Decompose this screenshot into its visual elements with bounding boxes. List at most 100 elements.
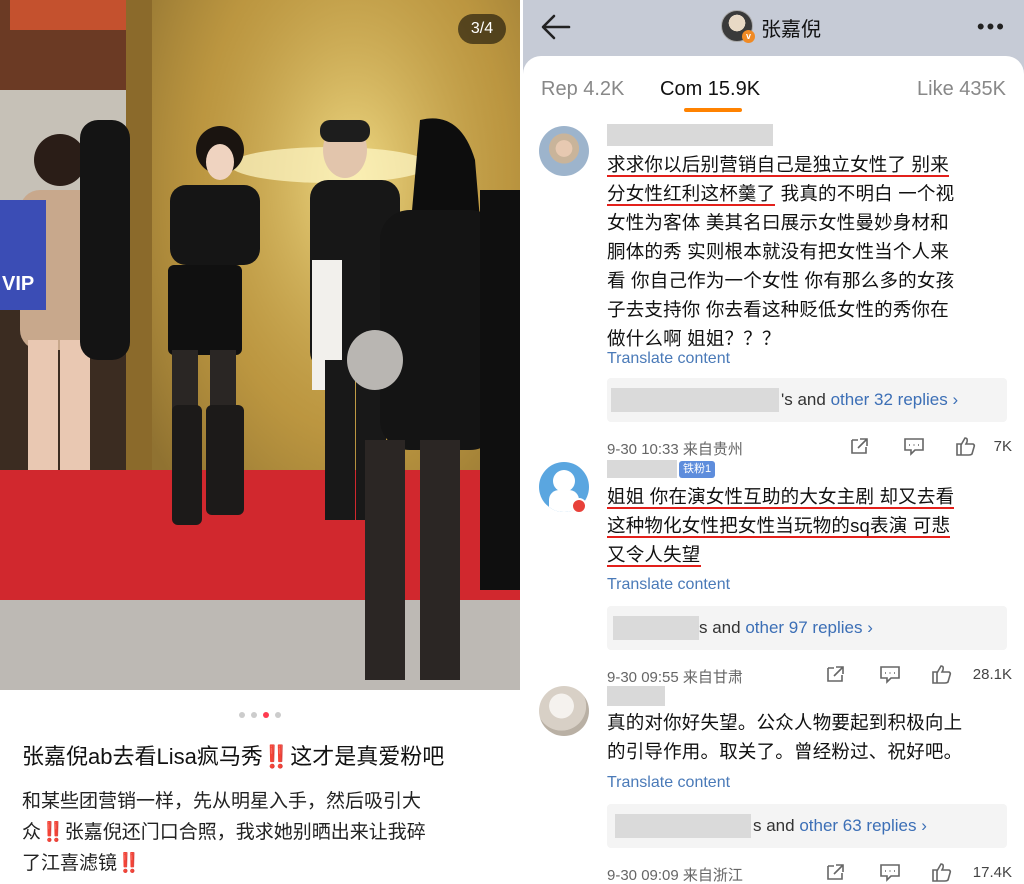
comment-icon[interactable] xyxy=(879,664,901,684)
comment-icon[interactable] xyxy=(903,436,925,456)
back-arrow-icon[interactable] xyxy=(539,12,573,42)
avatar-figure xyxy=(553,470,575,492)
replies-text: s and other 63 replies › xyxy=(753,816,927,836)
more-replies-link[interactable]: other 63 replies xyxy=(799,816,916,835)
comment-date-location: 9-30 09:09 来自浙江 xyxy=(607,867,743,884)
post-title-part: 张嘉倪ab去看Lisa疯马秀 xyxy=(22,744,263,769)
chevron-right-icon: › xyxy=(952,390,959,409)
carousel-dot[interactable] xyxy=(275,712,281,718)
comment-line: 子去支持你 你去看这种贬低女性的秀你在 xyxy=(607,299,949,320)
more-options-icon[interactable]: ••• xyxy=(977,16,1006,38)
verified-badge-icon: v xyxy=(742,30,755,43)
replies-suffix: s and xyxy=(753,816,800,835)
avatar[interactable] xyxy=(539,686,589,736)
share-icon[interactable] xyxy=(849,436,871,456)
double-exclamation-icon: ‼️ xyxy=(117,853,141,874)
translate-link[interactable]: Translate content xyxy=(607,350,730,368)
post-panel: VIP 3/4 张嘉倪ab去看Lisa疯马秀‼️这才是真爱粉吧 和某些团营销一样… xyxy=(0,0,520,884)
replies-suffix: 's and xyxy=(781,390,831,409)
comment-date-location: 9-30 09:55 来自甘肃 xyxy=(607,669,743,686)
highlighted-text: 姐姐 你在演女性互助的大女主剧 却又去看 xyxy=(607,486,955,509)
replies-preview[interactable]: 's and other 32 replies › xyxy=(607,378,1007,422)
tab-bar: Rep 4.2K Com 15.9K Like 435K xyxy=(523,56,1024,116)
avatar[interactable] xyxy=(539,126,589,176)
comment-meta: 9-30 09:09 来自浙江 17.4K xyxy=(607,862,1012,884)
fan-badge: 铁粉1 xyxy=(679,461,716,478)
post-body-line: 和某些团营销一样，先从明星入手，然后吸引大 xyxy=(22,791,422,812)
photo-illustration: VIP xyxy=(0,0,520,690)
comment-text-span: 我真的不明白 一个视 xyxy=(775,183,955,204)
comment-text: 姐姐 你在演女性互助的大女主剧 却又去看 这种物化女性把女性当玩物的sq表演 可… xyxy=(607,482,1012,569)
redacted-replier xyxy=(613,616,699,640)
fan-level-icon xyxy=(571,498,587,514)
more-replies-link[interactable]: other 97 replies xyxy=(745,618,862,637)
thumbs-up-icon[interactable] xyxy=(931,862,953,882)
thumbs-up-icon[interactable] xyxy=(931,664,953,684)
post-title-part: 这才是真爱粉吧 xyxy=(290,744,445,769)
comment-text: 真的对你好失望。公众人物要起到积极向上 的引导作用。取关了。曾经粉过、祝好吧。 xyxy=(607,708,1012,766)
comment-line: 分女性红利这杯羹了 我真的不明白 一个视 xyxy=(607,179,1012,208)
like-count: 28.1K xyxy=(972,666,1012,683)
active-tab-indicator xyxy=(684,108,742,112)
thumbs-up-icon[interactable] xyxy=(955,436,977,456)
tab-comments[interactable]: Com 15.9K xyxy=(660,78,760,101)
tab-likes[interactable]: Like 435K xyxy=(917,78,1006,101)
replies-text: 's and other 32 replies › xyxy=(781,390,958,410)
comment-line: 真的对你好失望。公众人物要起到积极向上 xyxy=(607,712,963,733)
translate-link[interactable]: Translate content xyxy=(607,576,730,594)
top-bar: v 张嘉倪 ••• xyxy=(523,0,1024,56)
vip-sign: VIP xyxy=(2,273,34,295)
highlighted-text: 分女性红利这杯羹了 xyxy=(607,183,776,206)
more-replies-link[interactable]: other 32 replies xyxy=(831,390,948,409)
double-exclamation-icon: ‼️ xyxy=(41,822,65,843)
like-count: 7K xyxy=(993,438,1012,455)
comment-line: 求求你以后别营销自己是独立女性了 别来 xyxy=(607,150,1012,179)
redacted-username[interactable] xyxy=(607,460,677,478)
post-body-text: 众 xyxy=(22,822,42,843)
comment-line: 的引导作用。取关了。曾经粉过、祝好吧。 xyxy=(607,741,963,762)
comments-panel: v 张嘉倪 ••• Rep 4.2K Com 15.9K Like 435K 求… xyxy=(523,0,1024,884)
comment-line: 做什么啊 姐姐？？？ xyxy=(607,328,781,349)
highlighted-text: 这种物化女性把女性当玩物的sq表演 可悲 xyxy=(607,515,951,538)
redacted-replier xyxy=(611,388,779,412)
tab-reposts[interactable]: Rep 4.2K xyxy=(541,78,624,101)
comment-line: 这种物化女性把女性当玩物的sq表演 可悲 xyxy=(607,511,1012,540)
post-body-line: 众‼️张嘉倪还门口合照，我求她别晒出来让我碎 xyxy=(22,817,508,848)
replies-preview[interactable]: s and other 63 replies › xyxy=(607,804,1007,848)
comment-meta: 9-30 10:33 来自贵州 7K xyxy=(607,436,1012,458)
comment-line: 看 你自己作为一个女性 你有那么多的女孩 xyxy=(607,270,955,291)
share-icon[interactable] xyxy=(825,862,847,882)
double-exclamation-icon: ‼️ xyxy=(262,744,291,769)
post-body-text: 张嘉倪还门口合照，我求她别晒出来让我碎 xyxy=(64,822,426,843)
share-icon[interactable] xyxy=(825,664,847,684)
post-photo[interactable]: VIP 3/4 xyxy=(0,0,520,690)
redacted-username[interactable] xyxy=(607,686,665,706)
user-name[interactable]: 张嘉倪 xyxy=(761,13,821,42)
comment-line: 又令人失望 xyxy=(607,540,1012,569)
comment-line: 女性为客体 美其名曰展示女性曼妙身材和 xyxy=(607,212,949,233)
comment-line: 姐姐 你在演女性互助的大女主剧 却又去看 xyxy=(607,482,1012,511)
comment-text: 求求你以后别营销自己是独立女性了 别来 分女性红利这杯羹了 我真的不明白 一个视… xyxy=(607,150,1012,353)
replies-text: s and other 97 replies › xyxy=(699,618,873,638)
post-title: 张嘉倪ab去看Lisa疯马秀‼️这才是真爱粉吧 xyxy=(22,742,512,772)
comments-card: Rep 4.2K Com 15.9K Like 435K 求求你以后别营销自己是… xyxy=(523,56,1024,884)
translate-link[interactable]: Translate content xyxy=(607,774,730,792)
post-body-text: 了江喜滤镜 xyxy=(22,853,118,874)
chevron-right-icon: › xyxy=(867,618,873,637)
replies-suffix: s and xyxy=(699,618,746,637)
replies-preview[interactable]: s and other 97 replies › xyxy=(607,606,1007,650)
redacted-replier xyxy=(615,814,751,838)
comment-line: 胴体的秀 实则根本就没有把女性当个人来 xyxy=(607,241,949,262)
carousel-dot-active[interactable] xyxy=(263,712,269,718)
post-body: 和某些团营销一样，先从明星入手，然后吸引大 众‼️张嘉倪还门口合照，我求她别晒出… xyxy=(22,786,508,879)
carousel-dots[interactable] xyxy=(0,712,520,718)
carousel-dot[interactable] xyxy=(251,712,257,718)
carousel-dot[interactable] xyxy=(239,712,245,718)
chevron-right-icon: › xyxy=(921,816,927,835)
redacted-username[interactable] xyxy=(607,124,773,146)
highlighted-text: 求求你以后别营销自己是独立女性了 别来 xyxy=(607,154,949,177)
image-counter: 3/4 xyxy=(458,14,506,44)
like-count: 17.4K xyxy=(972,864,1012,881)
post-body-line: 了江喜滤镜‼️ xyxy=(22,848,508,879)
comment-icon[interactable] xyxy=(879,862,901,882)
